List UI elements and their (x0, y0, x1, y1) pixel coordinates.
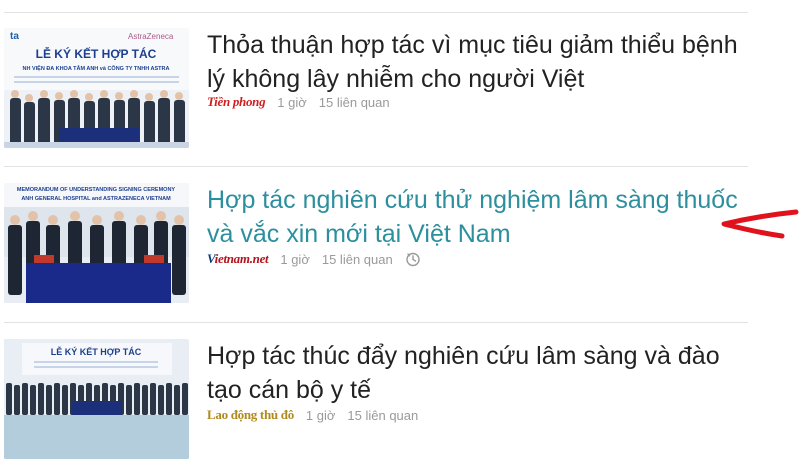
news-item[interactable]: LỄ KÝ KẾT HỢP TÁC Hợp tác thúc đẩy nghiê… (4, 339, 764, 469)
source-logo-rest: ietnam.net (214, 251, 269, 266)
time-label: 1 giờ (305, 407, 336, 423)
time-label: 1 giờ (277, 94, 307, 110)
source-logo[interactable]: Tiền phong (207, 94, 266, 110)
related-link[interactable]: 15 liên quan (347, 408, 418, 423)
thumb-banner-text: LỄ KÝ KẾT HỢP TÁC (51, 346, 142, 357)
time-label: 1 giờ (280, 251, 310, 267)
article-thumbnail[interactable]: LỄ KÝ KẾT HỢP TÁC (4, 339, 189, 459)
article-meta: Vietnam.net 1 giờ 15 liên quan (207, 249, 421, 269)
thumb-logo-right: AstraZeneca (128, 32, 174, 41)
thumb-banner-text: LỄ KÝ KẾT HỢP TÁC (36, 46, 157, 61)
article-meta: Lao động thủ đô 1 giờ 15 liên quan (207, 405, 418, 425)
article-meta: Tiền phong 1 giờ 15 liên quan (207, 92, 390, 112)
article-thumbnail[interactable]: ta AstraZeneca LỄ KÝ KẾT HỢP TÁC NH VIỆN… (4, 28, 189, 148)
related-link[interactable]: 15 liên quan (319, 95, 390, 110)
item-divider (4, 322, 748, 323)
source-logo[interactable]: Lao động thủ đô (207, 407, 294, 423)
thumb-subtitle-text: NH VIỆN ĐA KHOA TÂM ANH và CÔNG TY TNHH … (23, 64, 170, 72)
article-title[interactable]: Hợp tác thúc đẩy nghiên cứu lâm sàng và … (207, 339, 752, 407)
item-divider (4, 166, 748, 167)
news-item[interactable]: MEMORANDUM OF UNDERSTANDING SIGNING CERE… (4, 183, 764, 313)
history-icon[interactable] (405, 251, 421, 267)
source-logo-initial: V (207, 251, 215, 266)
thumb-subtitle-text: ANH GENERAL HOSPITAL and ASTRAZENECA VIE… (21, 196, 171, 202)
thumb-banner-text: MEMORANDUM OF UNDERSTANDING SIGNING CERE… (17, 187, 176, 193)
related-link[interactable]: 15 liên quan (322, 252, 393, 267)
top-divider (4, 12, 748, 13)
thumb-logo-left: ta (10, 31, 19, 42)
source-logo[interactable]: Vietnam.net (207, 251, 269, 267)
article-thumbnail[interactable]: MEMORANDUM OF UNDERSTANDING SIGNING CERE… (4, 183, 189, 303)
article-title[interactable]: Thỏa thuận hợp tác vì mục tiêu giảm thiể… (207, 28, 752, 96)
annotation-arrow (721, 209, 799, 239)
article-title[interactable]: Hợp tác nghiên cứu thử nghiệm lâm sàng t… (207, 183, 752, 251)
news-item[interactable]: ta AstraZeneca LỄ KÝ KẾT HỢP TÁC NH VIỆN… (4, 28, 764, 158)
